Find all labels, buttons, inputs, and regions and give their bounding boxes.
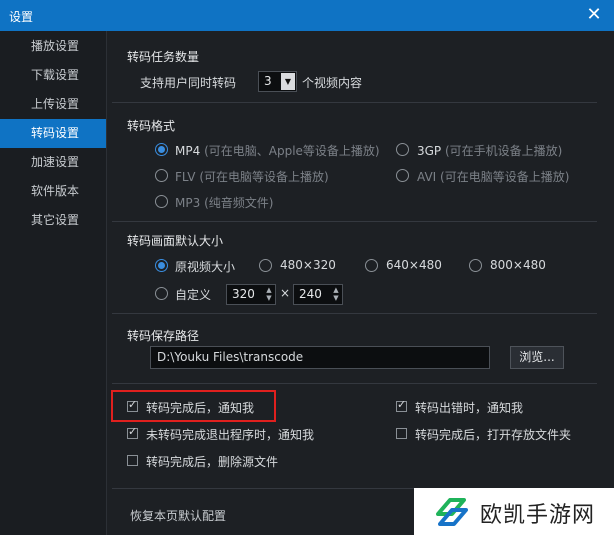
sidebar: 播放设置 下载设置 上传设置 转码设置 加速设置 软件版本 其它设置	[0, 31, 107, 535]
title-bar: 设置 ✕	[0, 0, 614, 31]
format-flv-desc: (可在电脑等设备上播放)	[199, 170, 329, 184]
path-section-title: 转码保存路径	[127, 329, 200, 343]
format-3gp-label: 3GP (可在手机设备上播放)	[417, 142, 562, 159]
sidebar-item-download[interactable]: 下载设置	[0, 61, 106, 90]
size-640x480-radio[interactable]	[365, 259, 378, 272]
format-3gp-name: 3GP	[417, 144, 442, 158]
divider	[112, 102, 597, 103]
sidebar-item-playback[interactable]: 播放设置	[0, 32, 106, 61]
format-flv-radio[interactable]	[155, 169, 168, 182]
format-3gp-desc: (可在手机设备上播放)	[445, 144, 563, 158]
format-mp3-desc: (纯音频文件)	[204, 196, 274, 210]
size-original-label: 原视频大小	[175, 260, 236, 274]
watermark-text: 欧凯手游网	[480, 503, 596, 528]
size-800x480-radio[interactable]	[469, 259, 482, 272]
sidebar-item-version[interactable]: 软件版本	[0, 177, 106, 206]
notify-exit-checkbox[interactable]	[127, 425, 138, 439]
format-avi-desc: (可在电脑等设备上播放)	[440, 170, 570, 184]
sidebar-item-acceleration[interactable]: 加速设置	[0, 148, 106, 177]
open-folder-checkbox[interactable]	[396, 428, 407, 439]
size-640x480-label: 640×480	[386, 258, 442, 272]
open-folder-label: 转码完成后，打开存放文件夹	[415, 428, 572, 442]
size-section-title: 转码画面默认大小	[127, 234, 224, 248]
restore-defaults-link[interactable]: 恢复本页默认配置	[130, 507, 226, 524]
delete-source-label: 转码完成后，删除源文件	[146, 455, 279, 469]
format-mp4-radio[interactable]	[155, 143, 168, 156]
divider	[112, 221, 597, 222]
sidebar-item-upload[interactable]: 上传设置	[0, 90, 106, 119]
format-section-title: 转码格式	[127, 119, 176, 133]
task-count-value: 3	[264, 74, 272, 88]
notify-error-label: 转码出错时，通知我	[415, 401, 524, 415]
size-original-radio[interactable]	[155, 259, 168, 272]
watermark: 欧凯手游网	[414, 488, 614, 535]
dropdown-arrow-icon[interactable]: ▼	[281, 73, 295, 90]
size-800x480-label: 800×480	[490, 258, 546, 272]
format-mp4-name: MP4	[175, 144, 201, 158]
tasks-suffix-label: 个视频内容	[302, 76, 363, 90]
format-avi-label: AVI (可在电脑等设备上播放)	[417, 168, 569, 185]
stepper-arrows-icon[interactable]: ▲ ▼	[264, 286, 274, 303]
notify-error-checkbox[interactable]	[396, 398, 407, 412]
format-mp3-radio[interactable]	[155, 195, 168, 208]
format-mp3-label: MP3 (纯音频文件)	[175, 194, 273, 211]
format-mp3-name: MP3	[175, 196, 201, 210]
settings-panel: 转码任务数量 支持用户同时转码 3 ▼ 个视频内容 转码格式 MP4 (可在电脑…	[112, 31, 614, 535]
custom-width-value: 320	[232, 287, 255, 301]
format-avi-name: AVI	[417, 170, 437, 184]
notify-exit-label: 未转码完成退出程序时，通知我	[146, 428, 315, 442]
size-480x320-label: 480×320	[280, 258, 336, 272]
sidebar-item-other[interactable]: 其它设置	[0, 206, 106, 235]
tasks-section-title: 转码任务数量	[127, 50, 200, 64]
close-icon[interactable]: ✕	[584, 4, 604, 26]
divider	[112, 383, 597, 384]
format-mp4-desc: (可在电脑、Apple等设备上播放)	[204, 144, 380, 158]
sidebar-item-transcode[interactable]: 转码设置	[0, 119, 106, 148]
delete-source-checkbox[interactable]	[127, 455, 138, 466]
tasks-prefix-label: 支持用户同时转码	[140, 76, 237, 90]
size-480x320-radio[interactable]	[259, 259, 272, 272]
format-avi-radio[interactable]	[396, 169, 409, 182]
custom-width-stepper[interactable]: 320 ▲ ▼	[226, 284, 276, 305]
window-title: 设置	[9, 10, 34, 24]
format-3gp-radio[interactable]	[396, 143, 409, 156]
divider	[112, 313, 597, 314]
size-custom-radio[interactable]	[155, 287, 168, 300]
size-custom-label: 自定义	[175, 288, 212, 302]
times-sign: ×	[280, 286, 291, 300]
browse-button[interactable]: 浏览...	[510, 346, 564, 369]
format-flv-name: FLV	[175, 170, 196, 184]
format-mp4-label: MP4 (可在电脑、Apple等设备上播放)	[175, 142, 380, 159]
annotation-highlight-box	[111, 390, 276, 422]
custom-height-stepper[interactable]: 240 ▲ ▼	[293, 284, 343, 305]
format-flv-label: FLV (可在电脑等设备上播放)	[175, 168, 329, 185]
watermark-logo-icon	[436, 498, 468, 526]
task-count-select[interactable]: 3 ▼	[258, 71, 297, 92]
custom-height-value: 240	[299, 287, 322, 301]
stepper-arrows-icon[interactable]: ▲ ▼	[331, 286, 341, 303]
save-path-input[interactable]: D:\Youku Files\transcode	[150, 346, 490, 369]
